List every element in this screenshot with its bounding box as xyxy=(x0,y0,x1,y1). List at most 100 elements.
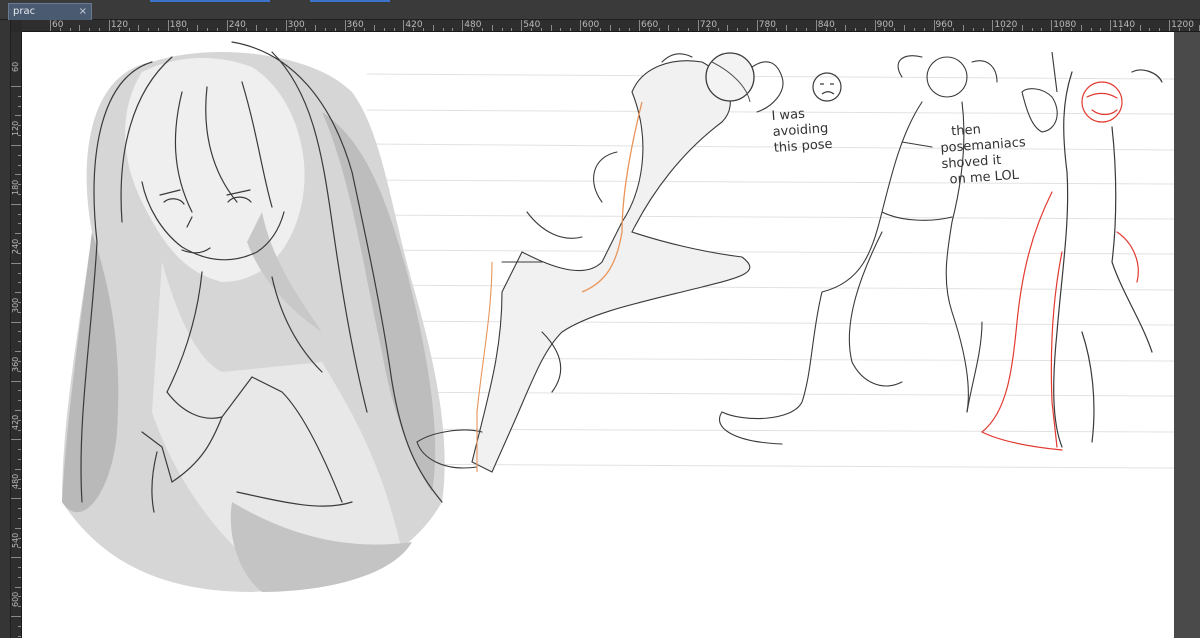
ruler-minor-tick xyxy=(18,272,21,274)
ruler-minor-tick xyxy=(609,25,611,31)
ruler-minor-tick xyxy=(324,28,326,31)
ruler-tick xyxy=(697,20,699,31)
ruler-minor-tick xyxy=(678,28,680,31)
ruler-tick xyxy=(403,20,405,31)
ruler-tick xyxy=(11,616,21,618)
ruler-label: 1140 xyxy=(1112,20,1136,30)
ruler-minor-tick xyxy=(786,25,788,31)
left-tool-strip[interactable] xyxy=(0,20,11,638)
ruler-tick xyxy=(462,20,464,31)
ruler-minor-tick xyxy=(364,28,366,31)
ruler-minor-tick xyxy=(1129,28,1131,31)
ruler-minor-tick xyxy=(216,28,218,31)
ruler-minor-tick xyxy=(18,282,21,284)
ruler-label: 1020 xyxy=(994,20,1018,30)
ruler-minor-tick xyxy=(560,28,562,31)
ruler-minor-tick xyxy=(15,174,21,176)
ruler-minor-tick xyxy=(15,351,21,353)
ruler-tick xyxy=(226,20,228,31)
ruler-minor-tick xyxy=(157,28,159,31)
ruler-minor-tick xyxy=(18,213,21,215)
ruler-minor-tick xyxy=(805,28,807,31)
surprised-doodle xyxy=(1021,51,1058,133)
ruler-minor-tick xyxy=(1178,28,1180,31)
ruler-minor-tick xyxy=(334,28,336,31)
ruler-tick xyxy=(11,498,21,500)
ruler-minor-tick xyxy=(246,28,248,31)
ruler-minor-tick xyxy=(707,28,709,31)
ruler-minor-tick xyxy=(256,25,258,31)
ruler-tick xyxy=(639,20,640,31)
ruler-minor-tick xyxy=(648,28,650,31)
ruler-label: 1200 xyxy=(1171,20,1194,30)
pose-figure-2 xyxy=(719,55,998,445)
ruler-tick xyxy=(167,20,169,31)
ruler-minor-tick xyxy=(1100,28,1102,31)
ruler-minor-tick xyxy=(18,95,21,97)
ruler-minor-tick xyxy=(18,105,21,107)
ruler-minor-tick xyxy=(15,527,21,529)
note1-line3: this pose xyxy=(773,137,833,156)
ruler-minor-tick xyxy=(18,517,21,519)
ruler-minor-tick xyxy=(1188,28,1190,31)
tab-accent-line xyxy=(310,0,390,2)
ruler-minor-tick xyxy=(727,25,729,31)
ruler-minor-tick xyxy=(776,28,778,31)
ruler-tick xyxy=(1169,20,1171,31)
ruler-minor-tick xyxy=(18,508,21,510)
ruler-minor-tick xyxy=(69,28,71,31)
document-tab-label: prac xyxy=(13,6,36,17)
ruler-minor-tick xyxy=(15,115,21,117)
ruler-minor-tick xyxy=(904,25,906,31)
ruler-minor-tick xyxy=(796,28,798,31)
ruler-minor-tick xyxy=(1120,28,1122,31)
ruler-minor-tick xyxy=(15,233,21,235)
app-window: prac × 60 120 180 240 300 360 420 480 540 600 660 7… xyxy=(0,0,1200,638)
ruler-minor-tick xyxy=(1159,28,1161,31)
ruler-minor-tick xyxy=(923,28,925,31)
ruler-tick xyxy=(285,20,287,31)
ruler-label: 120 xyxy=(11,120,20,137)
ruler-minor-tick xyxy=(501,28,503,31)
note2-line1: then xyxy=(951,122,982,139)
vertical-ruler[interactable]: 60 120 180 240 300 360 420 480 540 600 xyxy=(11,32,22,638)
ruler-minor-tick xyxy=(599,28,601,31)
ruler-minor-tick xyxy=(354,28,356,31)
ruler-minor-tick xyxy=(18,567,21,569)
drawing-canvas[interactable]: ??? xyxy=(22,32,1174,638)
ruler-minor-tick xyxy=(442,28,444,31)
ruler-minor-tick xyxy=(295,28,297,31)
ruler-tick xyxy=(50,20,51,31)
ruler-minor-tick xyxy=(452,28,454,31)
ruler-minor-tick xyxy=(99,28,101,31)
ruler-minor-tick xyxy=(373,25,375,31)
ruler-corner xyxy=(11,20,22,32)
ruler-minor-tick xyxy=(118,28,120,31)
ruler-minor-tick xyxy=(1041,28,1043,31)
ruler-minor-tick xyxy=(15,292,21,294)
ruler-label: 180 xyxy=(11,179,20,196)
note-posemaniacs: then posemaniacs shoved it on me LOL xyxy=(939,119,1033,188)
horizontal-ruler[interactable]: 60 120 180 240 300 360 420 480 540 600 660 720 780 84… xyxy=(22,20,1200,32)
ruler-minor-tick xyxy=(953,28,955,31)
ruler-label: 60 xyxy=(11,62,20,73)
ruler-minor-tick xyxy=(688,28,690,31)
ruler-minor-tick xyxy=(18,400,21,402)
ruler-tick xyxy=(1051,20,1053,31)
ruler-minor-tick xyxy=(305,28,307,31)
document-tab[interactable]: prac × xyxy=(8,3,92,20)
close-icon[interactable]: × xyxy=(79,4,87,19)
ruler-minor-tick xyxy=(1149,28,1151,31)
ruler-minor-tick xyxy=(1061,28,1063,31)
ruler-minor-tick xyxy=(148,28,150,31)
ruler-minor-tick xyxy=(383,28,385,31)
ruler-minor-tick xyxy=(18,635,21,637)
ruler-minor-tick xyxy=(128,28,130,31)
ruler-tick xyxy=(580,20,582,31)
ruler-tick xyxy=(815,20,817,31)
ruler-minor-tick xyxy=(629,28,631,31)
sketch-artwork: ??? xyxy=(62,41,1174,592)
tab-accent-line xyxy=(150,0,270,2)
ruler-minor-tick xyxy=(943,28,945,31)
right-scroll-area[interactable] xyxy=(1174,32,1200,638)
